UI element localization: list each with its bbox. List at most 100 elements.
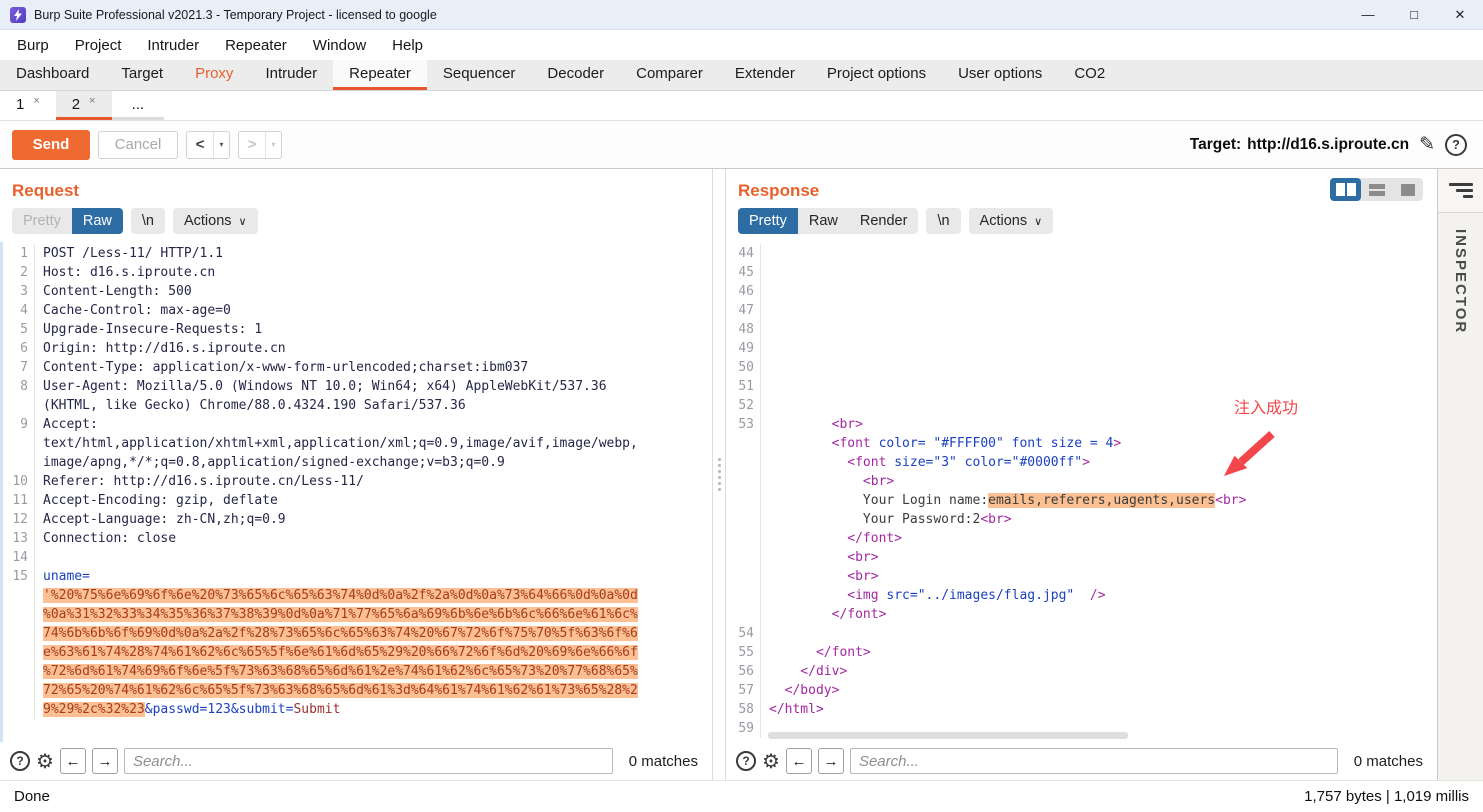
code-line: </font>	[729, 605, 1437, 624]
forward-dropdown-icon[interactable]: ▾	[265, 132, 281, 158]
send-button[interactable]: Send	[12, 130, 90, 160]
request-search-row: ? ⚙ ← → 0 matches	[0, 742, 712, 780]
code-line: <br>	[729, 472, 1437, 491]
code-line: image/apng,*/*;q=0.8,application/signed-…	[3, 453, 712, 472]
code-line: <br>	[729, 548, 1437, 567]
code-line: e%63%61%74%28%74%61%62%6c%65%5f%6e%61%6d…	[3, 643, 712, 662]
panel-splitter[interactable]	[713, 169, 726, 780]
burp-logo-icon	[10, 7, 26, 23]
code-line: 7Content-Type: application/x-www-form-ur…	[3, 358, 712, 377]
code-line: 54	[729, 624, 1437, 643]
code-line: 10Referer: http://d16.s.iproute.cn/Less-…	[3, 472, 712, 491]
forward-icon[interactable]: >	[239, 132, 265, 158]
tab-newline[interactable]: \n	[131, 208, 165, 234]
close-tab-icon[interactable]: ×	[33, 95, 39, 107]
layout-rows-icon[interactable]	[1361, 178, 1392, 201]
code-line: %0a%31%32%33%34%35%36%37%38%39%0d%0a%71%…	[3, 605, 712, 624]
repeater-tab-...[interactable]: ...	[112, 91, 165, 120]
search-help-icon[interactable]: ?	[736, 751, 756, 771]
history-forward-button[interactable]: > ▾	[238, 131, 282, 159]
repeater-tab-1[interactable]: 1×	[0, 91, 56, 120]
layout-single-icon[interactable]	[1392, 178, 1423, 201]
maximize-icon[interactable]: □	[1391, 0, 1437, 29]
code-line: 58</html>	[729, 700, 1437, 719]
menu-item-window[interactable]: Window	[303, 37, 376, 54]
tab-extender[interactable]: Extender	[719, 60, 811, 90]
search-settings-gear-icon[interactable]: ⚙	[762, 749, 780, 774]
tab-newline[interactable]: \n	[926, 208, 960, 234]
menu-item-burp[interactable]: Burp	[7, 37, 59, 54]
code-line: 5Upgrade-Insecure-Requests: 1	[3, 320, 712, 339]
inspector-collapse-button[interactable]	[1438, 169, 1483, 213]
tab-comparer[interactable]: Comparer	[620, 60, 719, 90]
splitter-grip-icon	[718, 458, 721, 491]
cancel-button[interactable]: Cancel	[98, 131, 178, 159]
tab-dashboard[interactable]: Dashboard	[0, 60, 105, 90]
response-search-input[interactable]	[850, 748, 1338, 774]
tab-pretty[interactable]: Pretty	[12, 208, 72, 234]
code-line: 11Accept-Encoding: gzip, deflate	[3, 491, 712, 510]
code-line: 44	[729, 244, 1437, 263]
tab-co2[interactable]: CO2	[1058, 60, 1121, 90]
tab-intruder[interactable]: Intruder	[249, 60, 333, 90]
close-icon[interactable]: ✕	[1437, 0, 1483, 29]
code-line: 2Host: d16.s.iproute.cn	[3, 263, 712, 282]
tab-pretty[interactable]: Pretty	[738, 208, 798, 234]
request-editor-body[interactable]: 1POST /Less-11/ HTTP/1.12Host: d16.s.ipr…	[0, 242, 712, 742]
tab-project-options[interactable]: Project options	[811, 60, 942, 90]
inspector-tab[interactable]: INSPECTOR	[1452, 229, 1469, 334]
layout-columns-icon[interactable]	[1330, 178, 1361, 201]
status-bar: Done 1,757 bytes | 1,019 millis	[0, 780, 1483, 812]
minimize-icon[interactable]: —	[1345, 0, 1391, 29]
menu-item-repeater[interactable]: Repeater	[215, 37, 297, 54]
tab-actions[interactable]: Actions∨	[173, 208, 258, 234]
response-editor-body[interactable]: 44454647484950515253 <br> <font color= "…	[726, 242, 1437, 742]
search-next-icon[interactable]: →	[818, 748, 844, 774]
search-prev-icon[interactable]: ←	[786, 748, 812, 774]
search-prev-icon[interactable]: ←	[60, 748, 86, 774]
tab-raw[interactable]: Raw	[72, 208, 123, 234]
target-label: Target:	[1190, 136, 1241, 154]
code-line: 3Content-Length: 500	[3, 282, 712, 301]
tab-target[interactable]: Target	[105, 60, 179, 90]
response-editor: 44454647484950515253 <br> <font color= "…	[726, 244, 1437, 738]
menu-bar: Burp Project Intruder Repeater Window Help	[0, 30, 1483, 60]
tab-render[interactable]: Render	[849, 208, 919, 234]
title-bar: Burp Suite Professional v2021.3 - Tempor…	[0, 0, 1483, 30]
tab-repeater[interactable]: Repeater	[333, 60, 427, 90]
tab-decoder[interactable]: Decoder	[531, 60, 620, 90]
tab-raw[interactable]: Raw	[798, 208, 849, 234]
response-view-tabs: PrettyRawRender \n Actions∨	[726, 208, 1437, 242]
target-text: Target: http://d16.s.iproute.cn	[1190, 136, 1409, 154]
red-arrow-icon	[1214, 426, 1284, 491]
code-line: 12Accept-Language: zh-CN,zh;q=0.9	[3, 510, 712, 529]
code-line: %72%6d%61%74%69%6f%6e%5f%73%63%68%65%6d%…	[3, 662, 712, 681]
history-back-button[interactable]: < ▾	[186, 131, 230, 159]
tab-sequencer[interactable]: Sequencer	[427, 60, 532, 90]
code-line: Your Login name:emails,referers,uagents,…	[729, 491, 1437, 510]
code-line: 53 <br>	[729, 415, 1437, 434]
tab-user-options[interactable]: User options	[942, 60, 1058, 90]
search-next-icon[interactable]: →	[92, 748, 118, 774]
search-help-icon[interactable]: ?	[10, 751, 30, 771]
code-line: 15uname=	[3, 567, 712, 586]
back-dropdown-icon[interactable]: ▾	[213, 132, 229, 158]
edit-target-icon[interactable]: ✎	[1419, 133, 1435, 156]
menu-item-intruder[interactable]: Intruder	[137, 37, 209, 54]
horizontal-scrollbar[interactable]	[768, 732, 1128, 739]
menu-item-project[interactable]: Project	[65, 37, 132, 54]
help-icon[interactable]: ?	[1445, 134, 1467, 156]
menu-item-help[interactable]: Help	[382, 37, 433, 54]
tab-actions[interactable]: Actions∨	[969, 208, 1054, 234]
code-line: 4Cache-Control: max-age=0	[3, 301, 712, 320]
request-view-tabs: PrettyRaw \n Actions∨	[0, 208, 712, 242]
target-url: http://d16.s.iproute.cn	[1247, 136, 1409, 154]
code-line: 9Accept:	[3, 415, 712, 434]
search-settings-gear-icon[interactable]: ⚙	[36, 749, 54, 774]
repeater-tab-2[interactable]: 2×	[56, 91, 112, 120]
tab-proxy[interactable]: Proxy	[179, 60, 249, 90]
request-search-input[interactable]	[124, 748, 613, 774]
back-icon[interactable]: <	[187, 132, 213, 158]
close-tab-icon[interactable]: ×	[89, 95, 95, 107]
repeater-tab-bar: 1×2×...	[0, 91, 1483, 121]
